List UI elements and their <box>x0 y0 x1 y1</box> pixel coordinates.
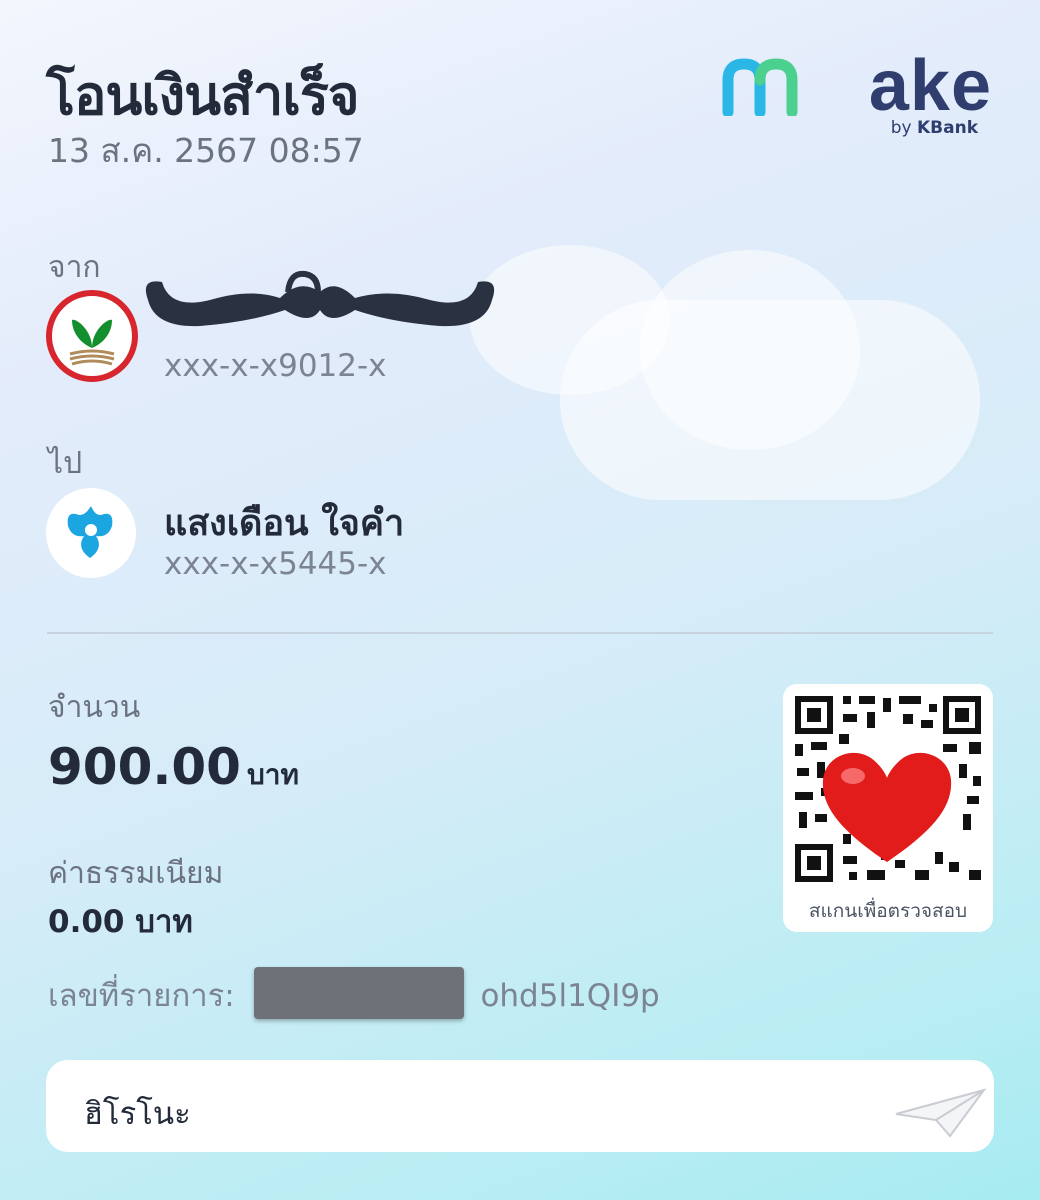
note-field[interactable]: ฮิโรโนะ <box>46 1060 994 1152</box>
qr-code-card[interactable]: สแกนเพื่อตรวจสอบ <box>783 684 993 932</box>
to-account-name: แสงเดือน ใจคำ <box>164 503 405 544</box>
fee-label: ค่าธรรมเนียม <box>48 856 224 891</box>
kbank-icon <box>46 290 138 382</box>
amount-value: 900.00 <box>48 738 241 796</box>
amount-label: จำนวน <box>48 690 141 725</box>
fee-value: 0.00 บาท <box>48 904 193 940</box>
note-text: ฮิโรโนะ <box>84 1096 191 1132</box>
make-by-kbank-logo: ake by KBank <box>722 50 992 150</box>
reference-label: เลขที่รายการ: <box>48 978 235 1014</box>
make-logo-m-icon <box>722 58 798 116</box>
kbank-leaf-icon <box>69 319 115 366</box>
qr-code[interactable] <box>783 684 993 894</box>
transaction-datetime: 13 ส.ค. 2567 08:57 <box>48 131 364 170</box>
amount-value-row: 900.00 บาท <box>48 738 299 797</box>
cloud-decoration <box>640 250 860 450</box>
logo-by-text: by <box>890 118 912 138</box>
from-account-number: xxx-x-x9012-x <box>164 348 387 384</box>
to-account-number: xxx-x-x5445-x <box>164 546 387 582</box>
reference-value: ohd5l1QI9p <box>480 978 660 1014</box>
logo-wordmark: ake <box>868 46 992 126</box>
reference-redaction <box>254 967 464 1019</box>
logo-byline: by KBank <box>891 118 978 138</box>
from-label: จาก <box>48 250 101 285</box>
krungthai-icon <box>46 488 136 578</box>
mustache-redaction-icon <box>145 270 495 327</box>
qr-caption: สแกนเพื่อตรวจสอบ <box>808 900 968 922</box>
section-divider <box>47 632 993 634</box>
logo-bank-text: KBank <box>916 118 978 138</box>
to-label: ไป <box>48 446 83 481</box>
krungthai-bird-icon <box>67 506 113 558</box>
amount-unit: บาท <box>246 758 299 791</box>
paper-plane-icon[interactable] <box>892 1084 988 1140</box>
